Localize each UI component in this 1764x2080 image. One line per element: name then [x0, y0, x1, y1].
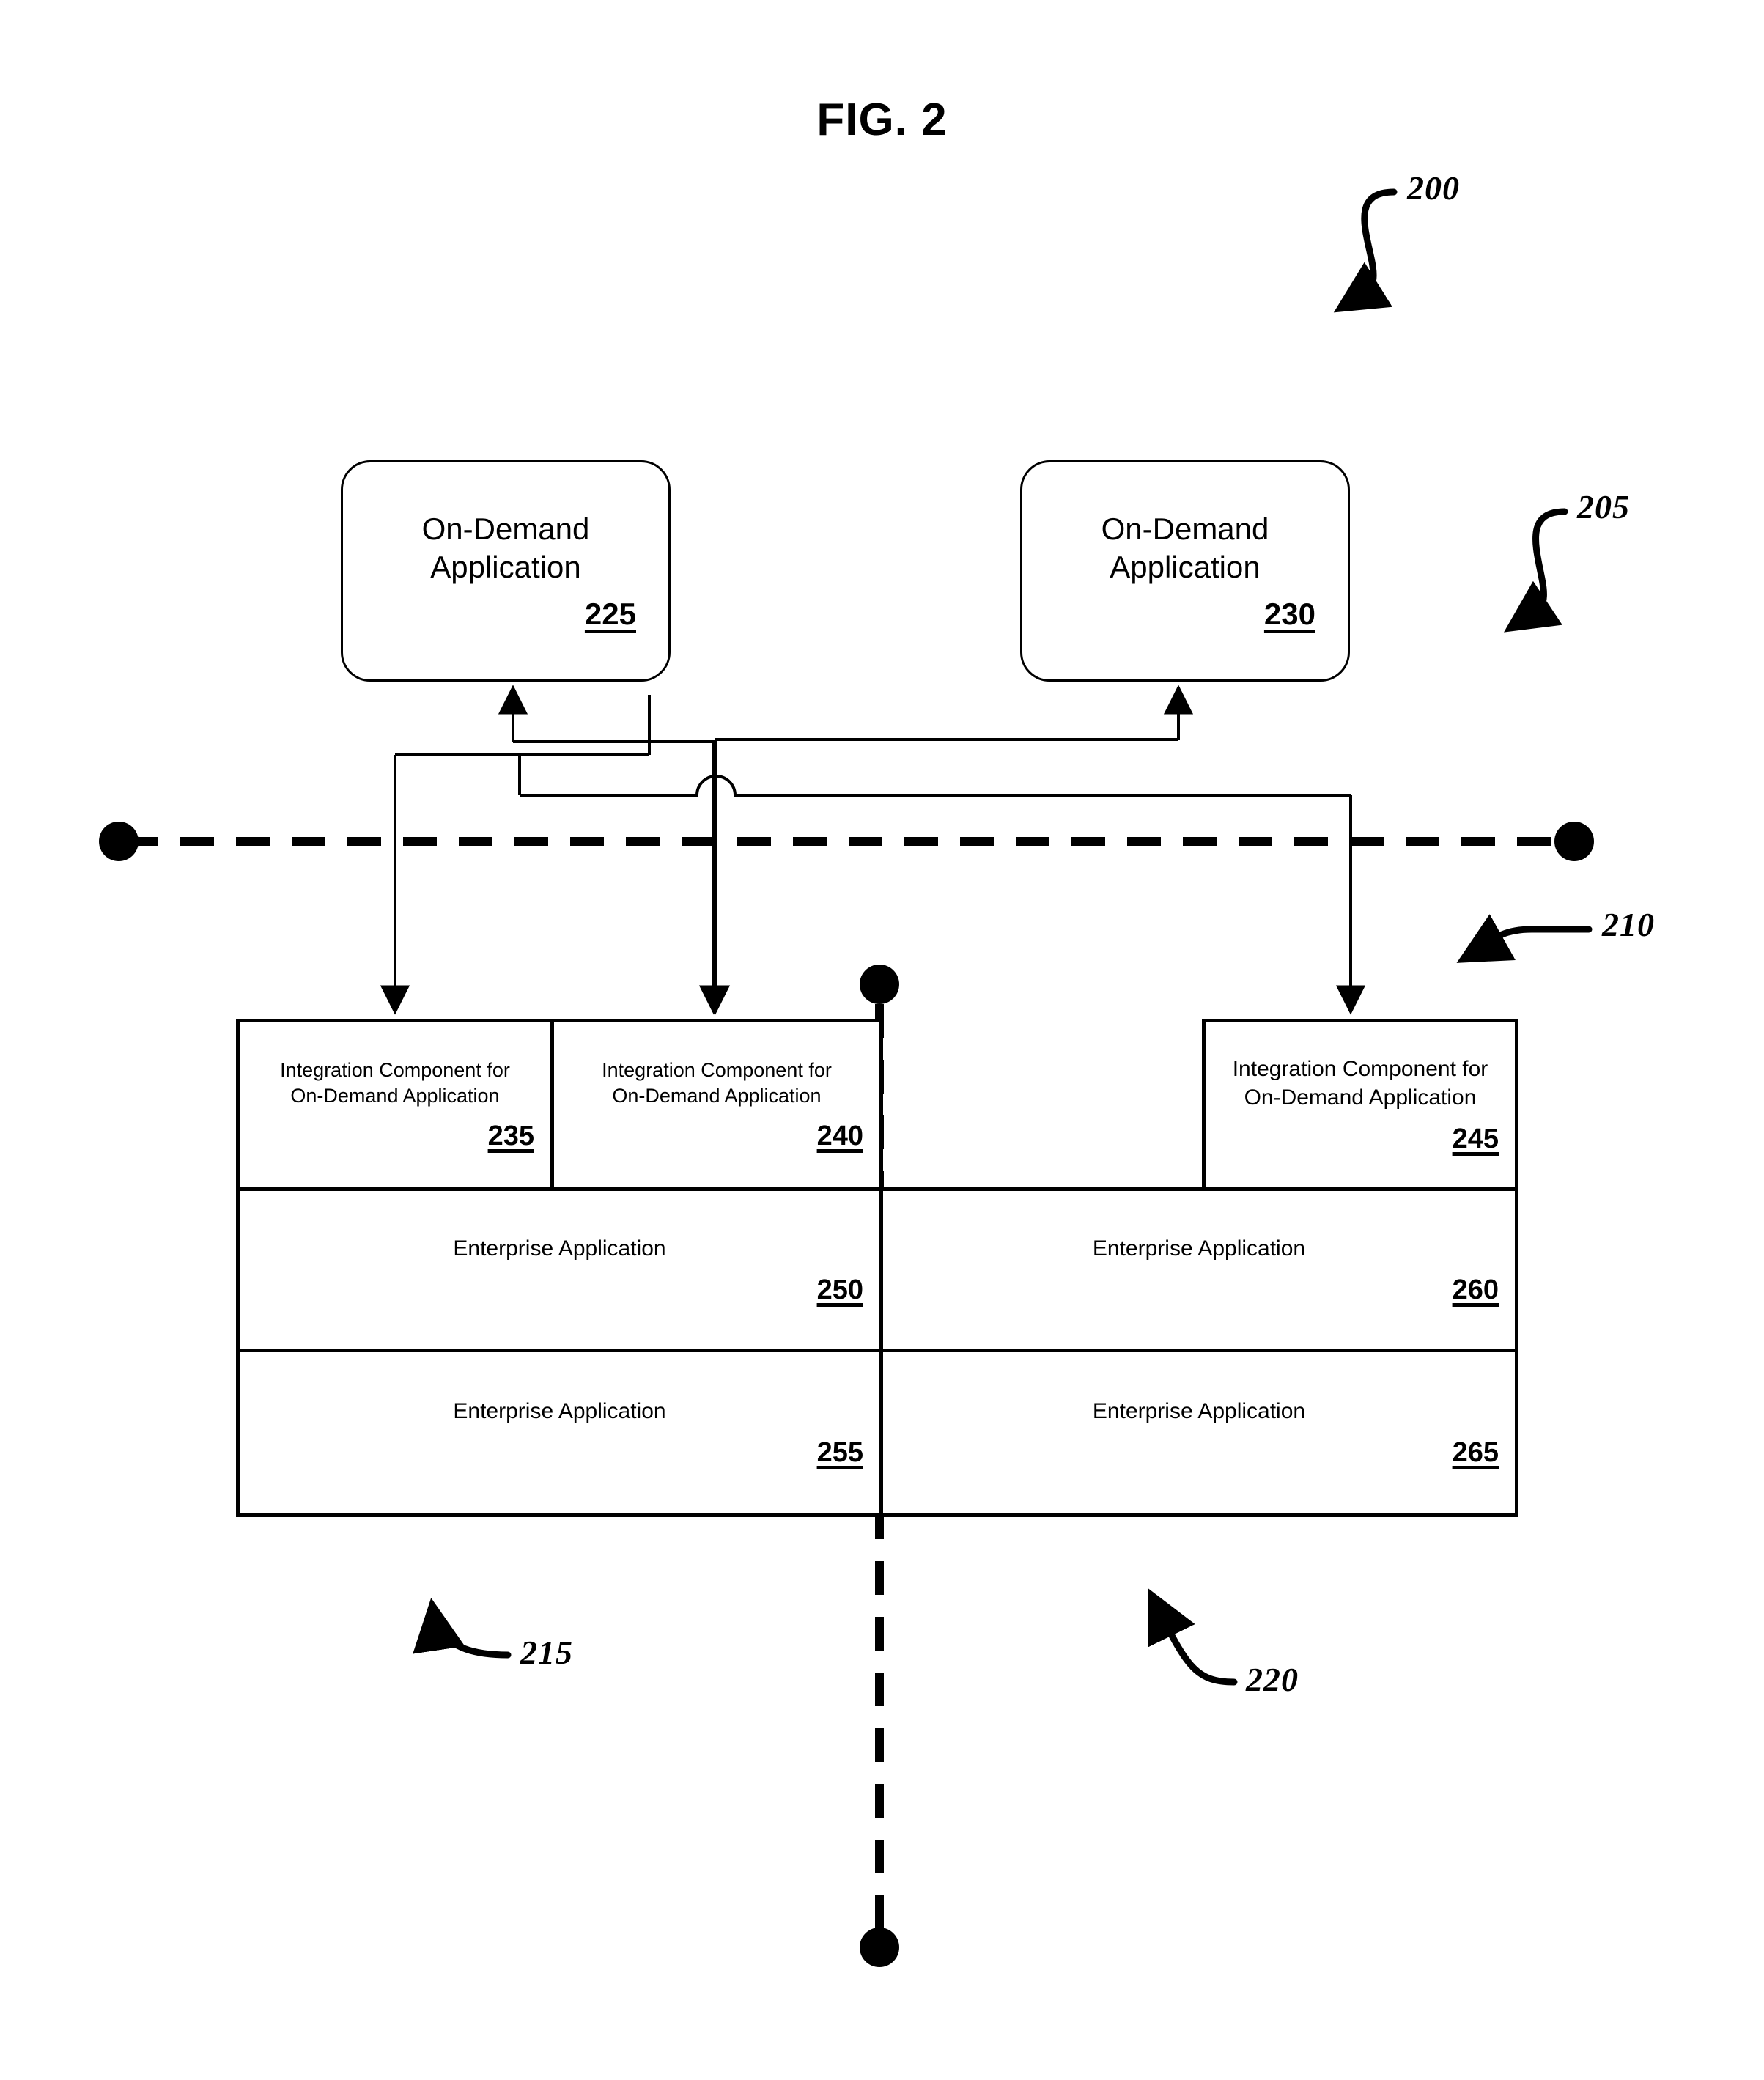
- reference-label-265: 265: [1452, 1437, 1499, 1468]
- figure-title: FIG. 2: [816, 95, 948, 145]
- enterprise-application-box-250[interactable]: Enterprise Application 250: [236, 1187, 883, 1352]
- reference-label-240: 240: [816, 1121, 863, 1152]
- reference-label-245: 245: [1452, 1124, 1499, 1154]
- divider-endpoint-dot-bottom: [860, 1928, 899, 1967]
- integration-component-box-240[interactable]: Integration Component for On-Demand Appl…: [550, 1019, 883, 1191]
- reference-label-255: 255: [816, 1437, 863, 1468]
- enterprise-application-title-255: Enterprise Application: [453, 1399, 666, 1423]
- horizontal-boundary-line: [99, 822, 1594, 861]
- enterprise-application-title-260: Enterprise Application: [1092, 1236, 1306, 1261]
- integration-component-title-245: Integration Component for On-Demand Appl…: [1232, 1057, 1488, 1110]
- reference-numeral-215: 215: [520, 1634, 573, 1671]
- connector-245-to-230: [518, 685, 1366, 1015]
- leader-210: [1456, 914, 1593, 963]
- leader-215: [413, 1598, 512, 1659]
- divider-endpoint-dot-top: [860, 965, 899, 1004]
- enterprise-application-title-265: Enterprise Application: [1092, 1399, 1306, 1423]
- integration-component-title-240: Integration Component for On-Demand Appl…: [602, 1058, 832, 1107]
- on-demand-application-title-225: On-Demand Application: [421, 511, 590, 584]
- reference-label-235: 235: [487, 1121, 534, 1152]
- enterprise-application-box-255[interactable]: Enterprise Application 255: [236, 1349, 883, 1517]
- reference-numeral-200: 200: [1407, 169, 1460, 207]
- reference-label-250: 250: [816, 1274, 863, 1305]
- integration-component-box-245[interactable]: Integration Component for On-Demand Appl…: [1202, 1019, 1518, 1191]
- reference-label-260: 260: [1452, 1274, 1499, 1305]
- on-demand-application-box-230[interactable]: On-Demand Application 230: [1020, 460, 1350, 682]
- reference-label-225: 225: [584, 597, 636, 632]
- integration-component-title-235: Integration Component for On-Demand Appl…: [280, 1058, 510, 1107]
- patent-figure-page: FIG. 2 On-Demand Application 225 On-Dema…: [0, 0, 1764, 2080]
- boundary-endpoint-dot-left: [99, 822, 139, 861]
- enterprise-grid: Integration Component for On-Demand Appl…: [236, 1019, 1518, 1517]
- boundary-endpoint-dot-right: [1554, 822, 1594, 861]
- enterprise-application-box-265[interactable]: Enterprise Application 265: [879, 1349, 1518, 1517]
- on-demand-application-box-225[interactable]: On-Demand Application 225: [341, 460, 671, 682]
- reference-numeral-205: 205: [1577, 488, 1630, 525]
- enterprise-application-box-260[interactable]: Enterprise Application 260: [879, 1187, 1518, 1352]
- reference-numeral-210: 210: [1602, 906, 1655, 943]
- connector-240-to-225: [498, 685, 729, 1015]
- integration-component-box-235[interactable]: Integration Component for On-Demand Appl…: [236, 1019, 554, 1191]
- enterprise-application-title-250: Enterprise Application: [453, 1236, 666, 1261]
- on-demand-application-title-230: On-Demand Application: [1101, 511, 1269, 584]
- reference-label-230: 230: [1263, 597, 1315, 632]
- leader-205: [1504, 508, 1568, 633]
- leader-220: [1148, 1588, 1238, 1686]
- reference-numeral-220: 220: [1246, 1661, 1299, 1698]
- connector-235-to-225: [380, 695, 651, 1015]
- leader-200: [1333, 188, 1398, 313]
